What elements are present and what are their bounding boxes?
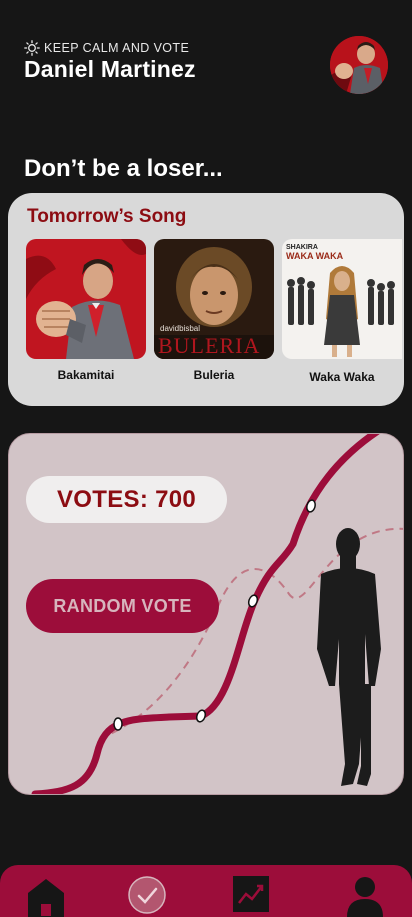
song-cover-waka-waka: SHAKIRA WAKA WAKA: [282, 239, 402, 359]
slogan: Don’t be a loser...: [24, 155, 223, 182]
song-list: Bakamitai davidbisbal BULERIA Buleria SH…: [26, 239, 404, 389]
song-card-title: Tomorrow’s Song: [27, 206, 187, 227]
svg-text:BULERIA: BULERIA: [158, 333, 260, 358]
svg-text:WAKA WAKA: WAKA WAKA: [286, 251, 344, 261]
tomorrows-song-card: Tomorrow’s Song Bakamitai davidbisbal BU…: [8, 193, 404, 406]
nav-vote[interactable]: [127, 875, 167, 915]
vote-check-icon: [128, 876, 166, 914]
random-vote-label: RANDOM VOTE: [53, 595, 192, 616]
song-item-waka-waka[interactable]: SHAKIRA WAKA WAKA Waka Waka: [282, 239, 402, 384]
home-icon: [28, 879, 64, 917]
song-cover-bakamitai: [26, 239, 146, 359]
nav-profile[interactable]: [345, 875, 385, 917]
votes-counter: VOTES: 700: [26, 476, 227, 523]
user-avatar[interactable]: [330, 36, 388, 94]
svg-text:davidbisbal: davidbisbal: [160, 324, 200, 333]
header: KEEP CALM AND VOTE Daniel Martinez: [24, 36, 388, 98]
song-name: Bakamitai: [57, 368, 115, 382]
username: Daniel Martinez: [24, 56, 196, 82]
song-item-bakamitai[interactable]: Bakamitai: [26, 239, 146, 382]
svg-text:SHAKIRA: SHAKIRA: [286, 244, 318, 251]
bottom-navbar: [0, 865, 412, 917]
random-vote-button[interactable]: RANDOM VOTE: [26, 579, 219, 633]
song-name: Buleria: [193, 368, 235, 382]
song-name: Waka Waka: [309, 370, 375, 384]
stats-chart-icon: [233, 876, 269, 912]
votes-label: VOTES: 700: [56, 485, 197, 513]
nav-home[interactable]: [26, 875, 66, 917]
song-item-buleria[interactable]: davidbisbal BULERIA Buleria: [154, 239, 274, 382]
profile-icon: [347, 877, 383, 917]
song-cover-buleria: davidbisbal BULERIA: [154, 239, 274, 359]
tagline: KEEP CALM AND VOTE: [24, 40, 189, 56]
nav-stats[interactable]: [231, 875, 271, 915]
tagline-text: KEEP CALM AND VOTE: [44, 41, 190, 55]
sun-icon: [24, 40, 40, 56]
